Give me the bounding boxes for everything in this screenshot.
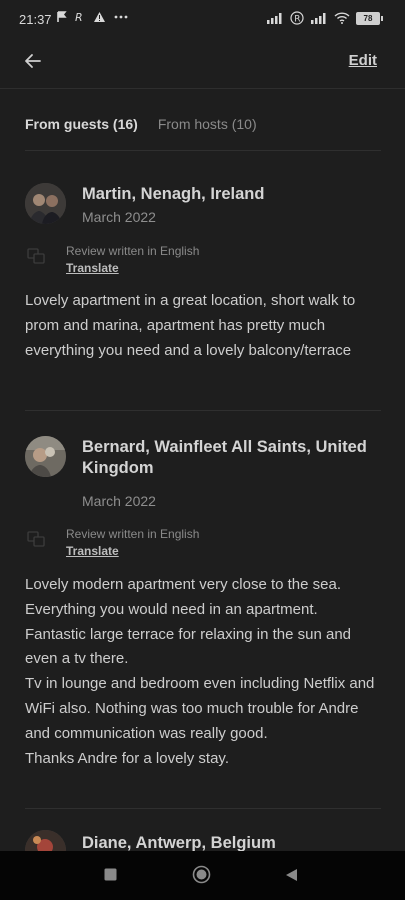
reviewer-photo-icon: [25, 830, 66, 851]
review-text: Lovely apartment in a great location, sh…: [25, 292, 356, 359]
registered-r-icon: R: [290, 11, 304, 25]
review-text: Lovely modern apartment very close to th…: [25, 576, 375, 767]
review-date: March 2022: [82, 209, 156, 225]
avatar[interactable]: [25, 830, 66, 851]
home-button[interactable]: [192, 865, 211, 889]
svg-text:R: R: [294, 15, 300, 25]
status-right-icons: R 78: [266, 11, 383, 25]
tab-from-hosts[interactable]: From hosts (10): [158, 116, 257, 132]
status-left-icons: R: [57, 11, 129, 23]
circle-icon: [192, 865, 211, 884]
signal-icon: [267, 13, 282, 24]
edit-button[interactable]: Edit: [349, 52, 377, 69]
reviewer-photo-icon: [25, 183, 66, 224]
review-item: Bernard, Wainfleet All Saints, United Ki…: [0, 411, 405, 809]
reviews-list[interactable]: Martin, Nenagh, Ireland March 2022 Revie…: [0, 151, 405, 851]
tab-from-guests[interactable]: From guests (16): [25, 116, 138, 132]
status-time: 21:37: [19, 12, 52, 27]
battery-icon: 78: [356, 11, 383, 25]
review-item: Martin, Nenagh, Ireland March 2022 Revie…: [0, 151, 405, 411]
triangle-back-icon: [286, 869, 297, 881]
header: Edit: [0, 40, 405, 89]
translate-link[interactable]: Translate: [66, 261, 119, 275]
language-note: Review written in English: [66, 527, 200, 541]
avatar[interactable]: [25, 183, 66, 224]
reviewer-name: Bernard, Wainfleet All Saints, United Ki…: [82, 438, 367, 477]
reviewer-name: Diane, Antwerp, Belgium: [82, 834, 276, 851]
arrow-left-icon: [25, 54, 41, 68]
translate-link[interactable]: Translate: [66, 544, 119, 558]
review-item: Diane, Antwerp, Belgium: [0, 809, 405, 851]
translate-icon: [27, 531, 45, 547]
square-icon: [104, 868, 117, 881]
translate-icon: [27, 248, 45, 264]
language-note: Review written in English: [66, 244, 200, 258]
avatar[interactable]: [25, 436, 66, 477]
reviewer-photo-icon: [25, 436, 66, 477]
svg-text:R: R: [75, 11, 83, 23]
reviewer-name: Martin, Nenagh, Ireland: [82, 185, 265, 203]
warning-icon: [94, 12, 105, 22]
review-tabs: From guests (16) From hosts (10): [25, 116, 257, 132]
system-nav-bar: [0, 851, 405, 900]
back-button[interactable]: [20, 48, 46, 74]
flag-icon: [57, 11, 67, 22]
more-dots-icon: [114, 15, 128, 19]
back-button[interactable]: [285, 868, 298, 887]
status-bar: 21:37 R R 78: [0, 0, 405, 40]
battery-level: 78: [356, 11, 380, 25]
signal-icon: [311, 13, 326, 24]
review-date: March 2022: [82, 493, 156, 509]
wifi-icon: [334, 12, 350, 24]
recents-button[interactable]: [104, 868, 117, 886]
registered-r-icon: R: [75, 11, 83, 23]
